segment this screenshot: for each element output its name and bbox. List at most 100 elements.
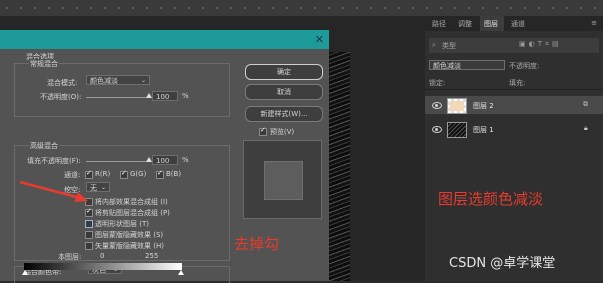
option-label: 矢量蒙版隐藏效果 (H) [95,242,164,250]
blend-clipped-layers-checkbox[interactable] [85,207,93,217]
cancel-button[interactable]: 取消 [245,84,323,100]
opacity-slider[interactable] [86,97,150,98]
layer-name[interactable]: 图层 1 [473,125,494,135]
toolbar-dot [370,7,372,9]
option-label: 透明形状图层 (T) [95,220,149,228]
new-style-button[interactable]: 新建样式(W)... [245,106,323,122]
layer-filter-bar: ⌕ 类型 ▣◐T⌗▤ [429,38,599,53]
knockout-value: 无 [90,184,97,192]
divider [425,89,603,90]
toolbar-dot [356,7,358,9]
channel-g-checkbox[interactable] [120,169,128,179]
toolbar-dot [146,7,148,9]
toolbar-dot [300,7,302,9]
annotation-arrow-icon [19,180,88,202]
close-icon[interactable]: ✕ [315,33,324,46]
layer-row[interactable]: 图层 1 🔒︎ [425,120,603,138]
document-image-edge [328,52,350,281]
layer-thumbnail [447,98,467,114]
style-preview-swatch [264,161,303,200]
toolbar-dot [174,7,176,9]
vector-mask-hides-effects-checkbox[interactable] [85,242,93,250]
toolbar-dot [230,7,232,9]
fill-opacity-label: 填充不透明度(F): [27,157,81,165]
toolbar-dot [454,7,456,9]
filter-icons[interactable]: ▣◐T⌗▤ [519,40,562,49]
layer-blend-mode-select[interactable]: 颜色减淡 [429,60,505,70]
this-layer-white-handle[interactable] [178,270,184,275]
layer-style-dialog: ✕ 混合选项 常规混合 混合模式: 颜色减淡 ⌄ 不透明度(O): 100 % … [0,30,329,283]
this-layer-label: 本图层: [58,253,82,261]
layer-name[interactable]: 图层 2 [473,101,494,111]
annotation-remove-check: 去掉勾 [234,235,280,253]
toolbar-dot [468,7,470,9]
ok-button[interactable]: 确定 [245,64,323,80]
toolbar-dot [20,7,22,9]
option-label: 图层蒙版隐藏效果 (S) [95,231,164,239]
this-layer-gradient[interactable] [24,263,182,270]
toolbar-dot [48,7,50,9]
annotation-layer-note: 图层选颜色减淡 [438,190,544,208]
options-bar [0,0,603,17]
filter-type-label[interactable]: 类型 [442,41,456,51]
channel-b-checkbox[interactable] [156,169,164,179]
channel-r-label: R(R) [95,170,111,178]
toolbar-dot [496,7,498,9]
layer-opacity-label: 不透明度: [509,62,540,70]
opacity-unit: % [182,92,189,100]
search-icon: ⌕ [432,41,436,49]
toolbar-dot [580,7,582,9]
layer-mask-hides-effects-checkbox[interactable] [85,231,93,239]
channel-g-label: G(G) [130,170,147,178]
layer-blend-mode-value: 颜色减淡 [433,62,461,70]
blend-mode-label: 混合模式: [47,79,78,87]
this-layer-black-handle[interactable] [22,270,28,275]
panel-menu-icon[interactable]: ≡ [591,19,597,27]
toolbar-dot [538,7,540,9]
this-layer-max: 255 [145,252,159,260]
toolbar-dot [188,7,190,9]
chevron-down-icon: ⌄ [140,77,146,84]
advanced-blending-title: 高级混合 [29,141,59,151]
toolbar-dot [118,7,120,9]
toolbar-dot [34,7,36,9]
layer-row[interactable]: 图层 2 ⧉ [425,96,603,114]
toolbar-dot [76,7,78,9]
toolbar-dot [258,7,260,9]
toolbar-dot [482,7,484,9]
fill-opacity-slider[interactable] [86,161,150,162]
tab-paths[interactable]: 路径 [432,19,446,29]
toolbar-dot [440,7,442,9]
toolbar-dot [90,7,92,9]
toolbar-dot [594,7,596,9]
effects-badge-icon: ⧉ [583,100,588,108]
toolbar-dot [412,7,414,9]
panel-tab-bar: 路径 调整 图层 通道 ≡ [425,16,603,31]
lock-label: 锁定: [429,79,446,87]
dialog-titlebar[interactable]: ✕ [0,30,329,49]
fill-opacity-input[interactable]: 100 [152,155,178,165]
option-label: 将内部效果混合成组 (I) [95,198,168,206]
tab-adjustments[interactable]: 调整 [458,19,472,29]
preview-checkbox[interactable] [259,126,267,136]
blend-mode-select[interactable]: 颜色减淡 ⌄ [86,75,150,85]
toolbar-dot [62,7,64,9]
toolbar-dot [426,7,428,9]
toolbar-dot [244,7,246,9]
toolbar-dot [286,7,288,9]
opacity-input[interactable]: 100 [152,91,178,101]
general-blending-title: 常规混合 [29,59,59,69]
layer-thumbnail-content [450,101,464,111]
eye-icon[interactable] [432,102,442,109]
watermark: CSDN @卓学课堂 [449,256,556,271]
eye-icon[interactable] [432,126,442,133]
this-layer-min: 0 [100,252,105,260]
chevron-down-icon: ⌄ [100,184,106,191]
blending-options-pane: 混合选项 常规混合 混合模式: 颜色减淡 ⌄ 不透明度(O): 100 % 高级… [0,49,232,283]
lock-icon: 🔒︎ [584,124,588,132]
tab-channels[interactable]: 通道 [511,19,525,29]
tab-layers[interactable]: 图层 [484,19,498,29]
opacity-label: 不透明度(O): [40,93,82,101]
toolbar-dot [552,7,554,9]
transparency-shapes-layer-checkbox[interactable] [85,220,93,228]
